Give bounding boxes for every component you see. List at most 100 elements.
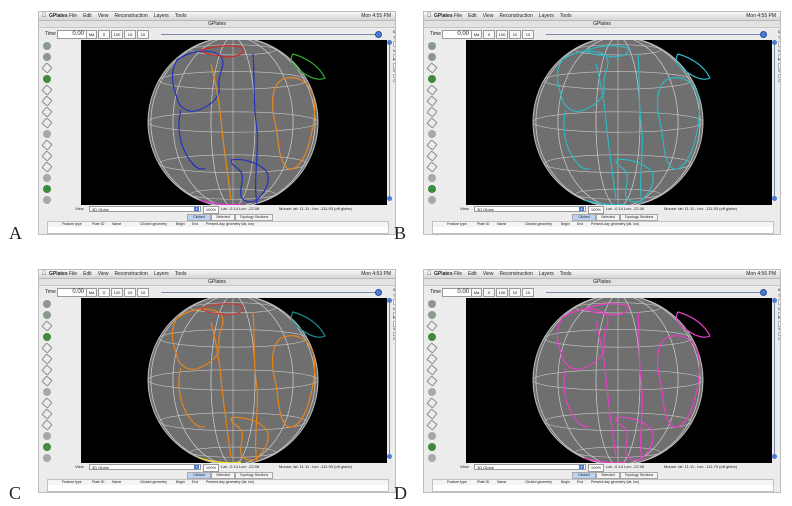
menu-item[interactable]: Layers (154, 13, 169, 19)
edit-geometry-icon[interactable] (41, 342, 53, 354)
pole-manipulation-icon[interactable] (41, 397, 53, 409)
pole-manipulation-icon[interactable] (41, 139, 53, 151)
globe-canvas[interactable] (81, 40, 387, 205)
begin-field[interactable]: Begin (393, 74, 395, 78)
menu-item[interactable]: Edit (83, 271, 92, 277)
digitise-line-icon[interactable] (41, 150, 53, 162)
menu-item[interactable]: Tools (175, 13, 187, 19)
tab-topology-sections[interactable]: Topology Sections (620, 214, 658, 221)
drag-globe-icon[interactable] (43, 42, 51, 50)
zoom-slider-handle-bottom[interactable] (387, 454, 392, 459)
edit-geometry-icon[interactable] (426, 342, 438, 354)
type-field[interactable] (393, 41, 395, 47)
split-feature-icon[interactable] (43, 130, 51, 138)
menu-item[interactable]: File (69, 13, 77, 19)
zoom-field[interactable]: 100% (588, 464, 604, 472)
menu-item[interactable]: View (98, 13, 109, 19)
zoom-slider[interactable] (772, 298, 777, 463)
feature-table-body[interactable] (47, 485, 389, 492)
app-menu[interactable]: GPlates (49, 270, 68, 278)
build-topology-icon[interactable] (43, 432, 51, 440)
globe-viewport[interactable] (466, 40, 772, 205)
tab-selected[interactable]: Selected (596, 472, 620, 479)
edit-geometry-icon[interactable] (41, 84, 53, 96)
zoom-slider-handle[interactable] (387, 298, 392, 303)
type-field[interactable] (393, 299, 395, 305)
pole-manipulation-icon[interactable] (426, 397, 438, 409)
zoom-slider-handle[interactable] (772, 40, 777, 45)
tab-topology-sections[interactable]: Topology Sections (235, 214, 273, 221)
query-feature-icon[interactable] (428, 75, 436, 83)
zoom-globe-icon[interactable] (43, 311, 51, 319)
zoom-field[interactable]: 100% (203, 206, 219, 214)
split-feature-icon[interactable] (428, 130, 436, 138)
time-step-button[interactable]: 100 (111, 30, 123, 39)
chevron-down-icon[interactable]: ▾ (194, 207, 199, 211)
edit-geometry-icon[interactable] (426, 84, 438, 96)
menu-item[interactable]: File (454, 13, 462, 19)
menu-item[interactable]: Edit (468, 271, 477, 277)
zoom-slider-track[interactable] (774, 302, 775, 459)
delete-vertex-icon[interactable] (41, 117, 53, 129)
time-input[interactable]: 0.00 (57, 288, 87, 297)
type-field[interactable] (778, 41, 780, 47)
menu-item[interactable]: File (454, 271, 462, 277)
measure-distance-icon[interactable] (428, 454, 436, 462)
digitise-line-icon[interactable] (426, 150, 438, 162)
app-menu[interactable]: GPlates (434, 12, 453, 20)
chevron-down-icon[interactable]: ▾ (194, 465, 199, 469)
query-feature-icon[interactable] (43, 333, 51, 341)
split-feature-icon[interactable] (428, 388, 436, 396)
time-step-button[interactable]: 0 (483, 288, 495, 297)
build-topology-icon[interactable] (428, 432, 436, 440)
globe-canvas[interactable] (81, 298, 387, 463)
edit-topology-icon[interactable] (43, 443, 51, 451)
choose-feature-icon[interactable] (41, 320, 53, 332)
time-input[interactable]: 0.00 (57, 30, 87, 39)
time-step-button[interactable]: 100 (111, 288, 123, 297)
globe-viewport[interactable] (81, 40, 387, 205)
feature-table-body[interactable] (432, 485, 774, 492)
tab-clicked[interactable]: Clicked (572, 472, 596, 479)
time-step-button[interactable]: 0 (98, 30, 110, 39)
edit-topology-icon[interactable] (428, 443, 436, 451)
edit-topology-icon[interactable] (428, 185, 436, 193)
zoom-slider-handle[interactable] (772, 298, 777, 303)
zoom-slider-track[interactable] (389, 44, 390, 201)
zoom-globe-icon[interactable] (428, 311, 436, 319)
tab-clicked[interactable]: Clicked (187, 214, 211, 221)
time-step-button[interactable]: 100 (496, 288, 508, 297)
chevron-down-icon[interactable]: ▾ (579, 207, 584, 211)
menu-item[interactable]: Edit (468, 13, 477, 19)
query-feature-icon[interactable] (428, 333, 436, 341)
time-step-button[interactable]: 10 (522, 288, 534, 297)
split-feature-icon[interactable] (43, 388, 51, 396)
tab-selected[interactable]: Selected (211, 214, 235, 221)
timeline-slider[interactable] (546, 292, 764, 293)
tab-selected[interactable]: Selected (596, 214, 620, 221)
time-step-button[interactable]: 10 (124, 288, 136, 297)
app-menu[interactable]: GPlates (434, 270, 453, 278)
measure-distance-icon[interactable] (43, 196, 51, 204)
feature-table-body[interactable] (432, 227, 774, 234)
choose-feature-icon[interactable] (426, 62, 438, 74)
menu-item[interactable]: Reconstruction (114, 271, 147, 277)
digitise-polygon-icon[interactable] (426, 419, 438, 431)
digitise-polygon-icon[interactable] (41, 161, 53, 173)
tab-topology-sections[interactable]: Topology Sections (620, 472, 658, 479)
time-step-button[interactable]: 100 (496, 30, 508, 39)
menu-item[interactable]: View (483, 13, 494, 19)
delete-vertex-icon[interactable] (426, 117, 438, 129)
digitise-polygon-icon[interactable] (41, 419, 53, 431)
drag-globe-icon[interactable] (428, 300, 436, 308)
zoom-slider-track[interactable] (389, 302, 390, 459)
timeline-slider[interactable] (546, 34, 764, 35)
zoom-globe-icon[interactable] (43, 53, 51, 61)
zoom-slider[interactable] (772, 40, 777, 205)
time-step-button[interactable]: 0 (98, 288, 110, 297)
globe-canvas[interactable] (466, 298, 772, 463)
time-step-button[interactable]: 10 (522, 30, 534, 39)
begin-field[interactable]: Begin (393, 332, 395, 336)
menu-item[interactable]: Layers (539, 271, 554, 277)
menu-item[interactable]: Reconstruction (499, 13, 532, 19)
